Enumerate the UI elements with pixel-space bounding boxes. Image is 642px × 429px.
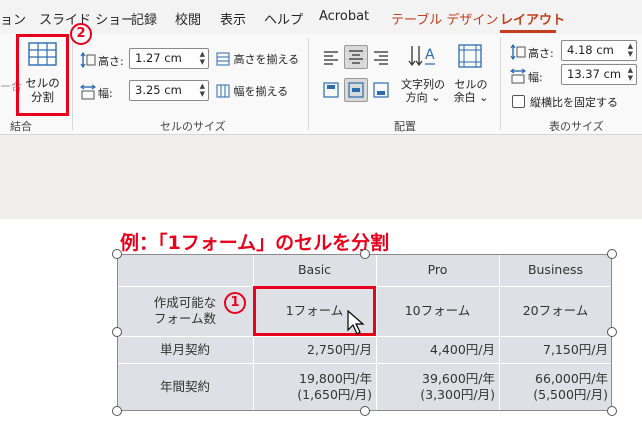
tab-review[interactable]: 校閲 — [175, 9, 201, 28]
resize-handle[interactable] — [112, 406, 122, 416]
mouse-cursor-icon — [347, 310, 365, 335]
text-direction-button[interactable]: A 文字列の 方向 ⌄ — [398, 42, 448, 112]
cell-margins-button[interactable]: セルの 余白 ⌄ — [452, 42, 490, 112]
cell-width-field[interactable]: 3.25 cm ▲ ▼ — [129, 80, 209, 101]
cell-width-value: 3.25 cm — [135, 83, 182, 97]
tab-help[interactable]: ヘルプ — [264, 9, 303, 28]
cell-width-label: 幅: — [98, 87, 113, 100]
distribute-rows-label: 高さを揃える — [233, 53, 300, 66]
align-center-icon — [349, 50, 363, 64]
align-middle-selected[interactable] — [344, 78, 368, 102]
cell-margins-label-2: 余白 ⌄ — [453, 91, 489, 104]
resize-handle[interactable] — [112, 327, 122, 337]
ribbon: ー合 結合 高さ: 1.27 cm ▲ ▼ 幅: 3.25 cm ▲ ▼ 高さを揃え… — [0, 34, 642, 135]
align-left-icon[interactable] — [322, 48, 340, 66]
table-height-label: 高さ: — [528, 47, 554, 60]
text-direction-icon: A — [408, 46, 435, 66]
table-height-field[interactable]: 4.18 cm ▲ ▼ — [561, 40, 637, 61]
spinner-icon[interactable]: ▲ ▼ — [200, 82, 205, 98]
group-separator — [308, 38, 309, 130]
tab-record[interactable]: 記録 — [131, 9, 157, 28]
distribute-columns-label: 幅を揃える — [233, 85, 289, 98]
table-height-value: 4.18 cm — [567, 43, 614, 57]
tab-table-design[interactable]: テーブル デザイン — [391, 9, 498, 28]
table-width-field[interactable]: 13.37 cm ▲ ▼ — [561, 64, 637, 85]
table-height-icon — [510, 44, 526, 60]
text-direction-label-1: 文字列の — [401, 78, 445, 91]
resize-handle[interactable] — [112, 249, 122, 259]
spinner-icon[interactable]: ▲ ▼ — [200, 50, 205, 66]
tab-view[interactable]: 表示 — [220, 9, 246, 28]
tab-transitions-partial[interactable]: ョン — [0, 9, 26, 28]
spinner-icon[interactable]: ▲ ▼ — [628, 66, 633, 82]
table-width-label: 幅: — [528, 71, 543, 84]
resize-handle[interactable] — [360, 249, 370, 259]
table-width-icon — [510, 68, 526, 84]
align-center-selected[interactable] — [344, 45, 368, 69]
merge-group-label: 結合 — [10, 120, 32, 133]
lock-aspect-checkbox[interactable] — [512, 95, 525, 108]
tab-acrobat[interactable]: Acrobat — [319, 9, 369, 24]
distribute-columns-icon — [216, 84, 230, 98]
table-width-value: 13.37 cm — [567, 67, 622, 81]
resize-handle[interactable] — [607, 249, 617, 259]
align-right-icon[interactable] — [372, 48, 390, 66]
cell-margins-icon — [458, 44, 482, 68]
resize-handle[interactable] — [360, 406, 370, 416]
column-width-icon — [80, 84, 96, 100]
text-direction-label-2: 方向 ⌄ — [405, 91, 441, 104]
active-tab-indicator — [500, 30, 556, 33]
cell-height-label: 高さ: — [98, 55, 124, 68]
group-separator — [500, 38, 501, 130]
cell-height-value: 1.27 cm — [135, 51, 182, 65]
tab-layout[interactable]: レイアウト — [500, 9, 565, 28]
row-height-icon — [80, 52, 96, 68]
resize-handle[interactable] — [607, 406, 617, 416]
split-cells-highlight — [16, 34, 69, 116]
lock-aspect-label: 縦横比を固定する — [530, 96, 618, 109]
alignment-group-label: 配置 — [394, 120, 416, 133]
distribute-rows-icon — [216, 52, 230, 66]
align-bottom-icon[interactable] — [372, 81, 390, 99]
cell-height-field[interactable]: 1.27 cm ▲ ▼ — [129, 48, 209, 69]
align-top-icon[interactable] — [322, 81, 340, 99]
resize-handle[interactable] — [607, 327, 617, 337]
menu-bar: ョン スライド ショー 記録 校閲 表示 ヘルプ Acrobat テーブル デザ… — [0, 0, 642, 34]
cell-margins-label-1: セルの — [454, 78, 488, 91]
group-separator — [72, 38, 73, 130]
distribute-columns-button[interactable]: 幅を揃える — [216, 83, 288, 99]
svg-text:A: A — [425, 47, 435, 63]
slide-pane-background — [0, 135, 642, 219]
align-middle-icon — [348, 82, 364, 98]
cell-size-group-label: セルのサイズ — [160, 120, 226, 133]
step-1-marker: 1 — [224, 292, 246, 314]
distribute-rows-button[interactable]: 高さを揃える — [216, 51, 299, 67]
example-caption: 例：「1フォーム」のセルを分割 — [120, 232, 390, 254]
spinner-icon[interactable]: ▲ ▼ — [628, 42, 633, 58]
table-size-group-label: 表のサイズ — [549, 120, 604, 133]
step-2-marker: 2 — [70, 23, 92, 45]
